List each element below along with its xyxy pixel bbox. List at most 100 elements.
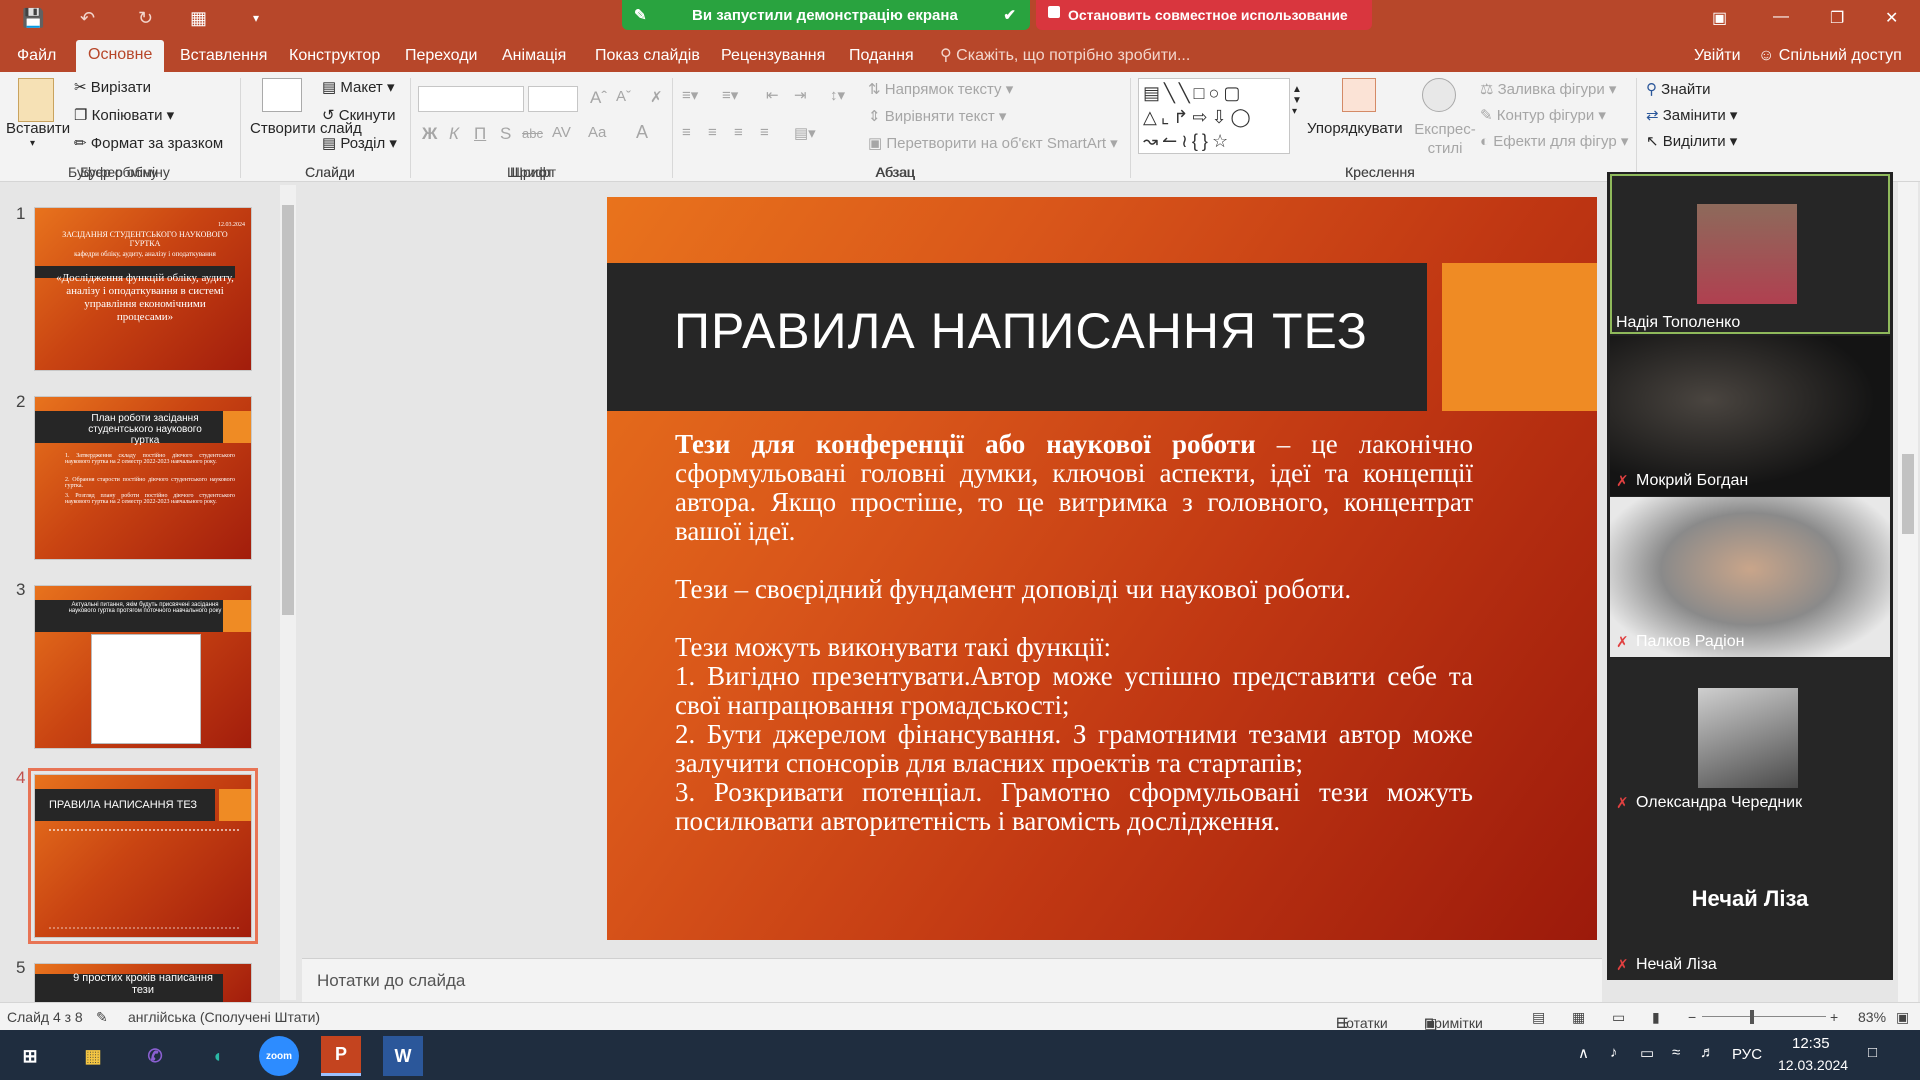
text-direction-button[interactable]: ⇅ Напрямок тексту ▾ bbox=[868, 80, 1013, 98]
reset-button[interactable]: ↺ Скинути bbox=[322, 106, 396, 124]
tab-design[interactable]: Конструктор bbox=[289, 46, 380, 72]
sign-in-link[interactable]: Увійти bbox=[1694, 46, 1741, 72]
notes-pane[interactable]: Нотатки до слайда bbox=[302, 958, 1602, 1002]
slide-sorter-icon[interactable]: ▦ bbox=[1572, 1009, 1585, 1026]
cut-button[interactable]: ✂ Вирізати bbox=[74, 78, 151, 96]
underline-button[interactable]: П bbox=[474, 124, 486, 144]
replace-button[interactable]: ⇄ Замінити ▾ bbox=[1646, 106, 1737, 124]
tab-review[interactable]: Рецензування bbox=[721, 46, 825, 72]
copy-button[interactable]: ❐ Копіювати ▾ bbox=[74, 106, 174, 124]
font-size-input[interactable] bbox=[528, 86, 578, 112]
format-painter-button[interactable]: ✏ Формат за зразком bbox=[74, 134, 223, 152]
zoom-out-icon[interactable]: − bbox=[1688, 1009, 1696, 1025]
share-button[interactable]: ☺ Спільний доступ bbox=[1758, 46, 1902, 72]
change-case-button[interactable]: Aa bbox=[588, 124, 606, 141]
numbering-icon[interactable]: ≡▾ bbox=[722, 86, 738, 104]
increase-indent-icon[interactable]: ⇥ bbox=[794, 86, 807, 104]
shapes-gallery[interactable]: ▤╲╲□○▢ △⌞↱⇨⇩◯ ↝↼≀{}☆ bbox=[1138, 78, 1290, 154]
smartart-button[interactable]: ▣ Перетворити на об'єкт SmartArt ▾ bbox=[868, 134, 1118, 152]
tab-transitions[interactable]: Переходи bbox=[405, 46, 477, 72]
arrange-button[interactable]: Упорядкувати bbox=[1307, 120, 1403, 137]
shape-effects-button[interactable]: ◐ Ефекти для фігур ▾ bbox=[1480, 132, 1628, 150]
volume-icon[interactable]: ♬ bbox=[1700, 1044, 1715, 1061]
section-button[interactable]: ▤ Розділ ▾ bbox=[322, 134, 397, 152]
spellcheck-icon[interactable]: ✎ bbox=[96, 1009, 108, 1026]
word-icon[interactable]: W bbox=[383, 1036, 423, 1076]
thumbnail-slide-5[interactable]: 9 простих кроків написання тези bbox=[34, 963, 252, 1003]
tab-animations[interactable]: Анімація bbox=[502, 46, 566, 72]
zoom-slider-thumb[interactable] bbox=[1750, 1010, 1754, 1024]
columns-icon[interactable]: ▤▾ bbox=[794, 124, 816, 142]
layout-button[interactable]: ▤ Макет ▾ bbox=[322, 78, 395, 96]
wifi-icon[interactable]: ≈ bbox=[1672, 1044, 1680, 1061]
fit-slide-icon[interactable]: ▣ bbox=[1896, 1009, 1909, 1026]
tab-insert[interactable]: Вставлення bbox=[180, 46, 267, 72]
redo-icon[interactable]: ↻ bbox=[138, 8, 153, 28]
shape-fill-button[interactable]: ⚖ Заливка фігури ▾ bbox=[1480, 80, 1616, 98]
start-icon[interactable]: ⊞ bbox=[10, 1036, 50, 1076]
tab-view[interactable]: Подання bbox=[849, 46, 914, 72]
align-center-icon[interactable]: ≡ bbox=[708, 124, 717, 141]
slide-scroll-handle[interactable] bbox=[1902, 454, 1914, 534]
save-icon[interactable]: 💾 bbox=[22, 8, 44, 28]
viber-icon[interactable]: ✆ bbox=[135, 1036, 175, 1076]
edge-icon[interactable]: ◖ bbox=[197, 1036, 237, 1076]
align-text-button[interactable]: ⇕ Вирівняти текст ▾ bbox=[868, 107, 1006, 125]
tray-overflow-icon[interactable]: ∧ bbox=[1578, 1044, 1589, 1062]
find-button[interactable]: ⚲ Знайти bbox=[1646, 80, 1710, 98]
zoom-in-icon[interactable]: + bbox=[1830, 1009, 1838, 1025]
new-slide-icon[interactable] bbox=[262, 78, 302, 112]
notifications-icon[interactable]: □ bbox=[1868, 1044, 1877, 1061]
tab-slideshow[interactable]: Показ слайдів bbox=[595, 46, 700, 72]
clear-format-icon[interactable]: ✗ bbox=[650, 88, 663, 106]
participant-tile[interactable]: Нечай Ліза ✗ Нечай Ліза bbox=[1610, 818, 1890, 980]
paste-button[interactable]: Вставити bbox=[6, 120, 70, 137]
strike-button[interactable]: abc bbox=[522, 126, 543, 141]
align-left-icon[interactable]: ≡ bbox=[682, 124, 691, 141]
select-button[interactable]: ↖ Виділити ▾ bbox=[1646, 132, 1737, 150]
align-right-icon[interactable]: ≡ bbox=[734, 124, 743, 141]
gallery-more-icon[interactable]: ▲ ▼ ▾ bbox=[1292, 84, 1302, 117]
participant-tile[interactable]: Надія Тополенко bbox=[1610, 174, 1890, 334]
font-name-input[interactable] bbox=[418, 86, 524, 112]
grow-font-icon[interactable]: Aˆ bbox=[590, 88, 607, 108]
tab-file[interactable]: Файл bbox=[17, 46, 56, 72]
decrease-indent-icon[interactable]: ⇤ bbox=[766, 86, 779, 104]
thumbnail-slide-3[interactable]: Актуальні питання, якім будуть присвячен… bbox=[34, 585, 252, 749]
bold-button[interactable]: Ж bbox=[422, 124, 437, 144]
file-explorer-icon[interactable]: ▦ bbox=[73, 1036, 113, 1076]
slide-title[interactable]: ПРАВИЛА НАПИСАННЯ ТЕЗ bbox=[674, 302, 1368, 360]
char-spacing-button[interactable]: AV bbox=[552, 124, 571, 141]
arrange-icon[interactable] bbox=[1342, 78, 1376, 112]
quick-styles-button[interactable]: Експрес-стилі bbox=[1410, 120, 1480, 158]
restore-icon[interactable]: ❐ bbox=[1830, 8, 1844, 28]
tab-home[interactable]: Основне bbox=[76, 40, 165, 72]
thumbnail-slide-4[interactable]: ПРАВИЛА НАПИСАННЯ ТЕЗ bbox=[28, 768, 258, 944]
font-color-button[interactable]: A bbox=[636, 122, 648, 143]
zoom-slider[interactable] bbox=[1702, 1016, 1826, 1017]
slideshow-icon[interactable]: ▮ bbox=[1652, 1009, 1660, 1026]
shape-outline-button[interactable]: ✎ Контур фігури ▾ bbox=[1480, 106, 1606, 124]
stop-share-button[interactable]: Остановить совместное использование bbox=[1036, 0, 1372, 30]
input-language[interactable]: РУС bbox=[1732, 1046, 1762, 1063]
battery-icon[interactable]: ▭ bbox=[1640, 1044, 1654, 1062]
zoom-app-icon[interactable]: zoom bbox=[259, 1036, 299, 1076]
normal-view-icon[interactable]: ▤ bbox=[1532, 1009, 1545, 1026]
thumbnail-slide-1[interactable]: 12.03.2024 ЗАСІДАННЯ СТУДЕНТСЬКОГО НАУКО… bbox=[34, 207, 252, 371]
thumbnails-scroll-handle[interactable] bbox=[282, 205, 294, 615]
slide-vertical-scrollbar[interactable] bbox=[1898, 182, 1918, 1002]
powerpoint-icon[interactable]: P bbox=[321, 1036, 361, 1076]
clock-date[interactable]: 12.03.2024 bbox=[1778, 1057, 1848, 1073]
justify-icon[interactable]: ≡ bbox=[760, 124, 769, 141]
customize-qat-icon[interactable]: ▾ bbox=[253, 8, 259, 28]
close-icon[interactable]: ✕ bbox=[1885, 8, 1898, 28]
zoom-level[interactable]: 83% bbox=[1858, 1009, 1886, 1025]
paste-icon[interactable] bbox=[18, 78, 54, 122]
slide-body-text[interactable]: Тези для конференції або наукової роботи… bbox=[675, 430, 1473, 836]
quick-styles-icon[interactable] bbox=[1422, 78, 1456, 112]
participant-tile[interactable]: ✗ Олександра Чередник bbox=[1610, 658, 1890, 818]
shrink-font-icon[interactable]: Aˇ bbox=[616, 88, 631, 105]
ribbon-options-icon[interactable]: ▣ bbox=[1712, 8, 1727, 28]
minimize-icon[interactable]: — bbox=[1773, 8, 1789, 26]
undo-icon[interactable]: ↶ bbox=[80, 8, 95, 28]
